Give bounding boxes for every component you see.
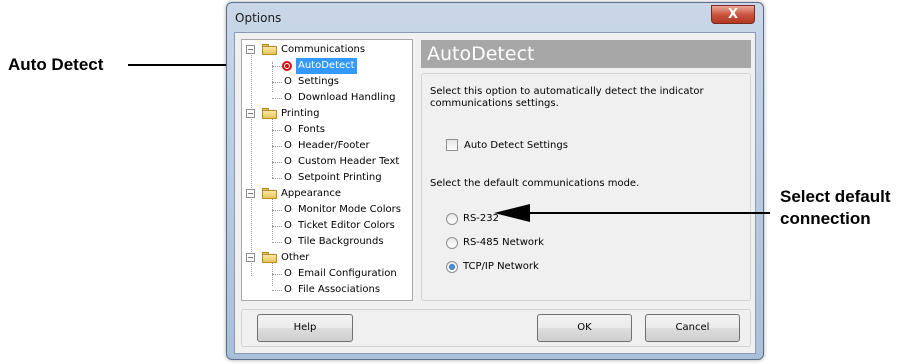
- annotation-select-default-line2: connection: [780, 209, 871, 228]
- tree-item-label: Settings: [298, 76, 340, 87]
- tree-item-label: Custom Header Text: [298, 156, 400, 167]
- tree-item-label: AutoDetect: [296, 58, 357, 74]
- tree-item-autodetect[interactable]: AutoDetect: [268, 58, 408, 74]
- tree-item-label: Setpoint Printing: [298, 172, 382, 183]
- collapse-icon[interactable]: −: [246, 45, 255, 54]
- tree-group-label: Other: [281, 252, 310, 263]
- collapse-icon[interactable]: −: [246, 253, 255, 262]
- close-button[interactable]: X: [711, 5, 755, 24]
- tree-item-download-handling[interactable]: O Download Handling: [268, 90, 408, 106]
- folder-icon: [262, 252, 277, 263]
- tree-item-header-footer[interactable]: O Header/Footer: [268, 138, 408, 154]
- tree-item-label: Monitor Mode Colors: [298, 204, 401, 215]
- folder-icon: [262, 108, 277, 119]
- panel-header: AutoDetect: [421, 40, 751, 68]
- ok-button[interactable]: OK: [537, 314, 632, 342]
- window-title: Options: [235, 11, 282, 25]
- tree-group-label: Printing: [281, 108, 320, 119]
- tree-group-appearance[interactable]: − Appearance: [246, 186, 410, 202]
- tree-item-tile-backgrounds[interactable]: O Tile Backgrounds: [268, 234, 408, 250]
- rs232-radio[interactable]: [446, 213, 458, 225]
- button-bar: Help OK Cancel: [241, 309, 751, 347]
- leaf-icon: O: [284, 172, 292, 183]
- title-bar[interactable]: Options X: [227, 3, 763, 31]
- tree-item-label: Fonts: [298, 124, 325, 135]
- leaf-icon: O: [284, 124, 292, 135]
- collapse-icon[interactable]: −: [246, 189, 255, 198]
- cancel-button[interactable]: Cancel: [645, 314, 740, 342]
- rs485-network-label[interactable]: RS-485 Network: [463, 237, 544, 248]
- auto-detect-settings-label[interactable]: Auto Detect Settings: [464, 140, 568, 151]
- tree-group-label: Communications: [281, 44, 366, 55]
- tree-item-monitor-mode-colors[interactable]: O Monitor Mode Colors: [268, 202, 408, 218]
- tree-item-setpoint-printing[interactable]: O Setpoint Printing: [268, 170, 408, 186]
- tree-group-label: Appearance: [281, 188, 342, 199]
- tree-group-communications[interactable]: − Communications: [246, 42, 410, 58]
- collapse-icon[interactable]: −: [246, 109, 255, 118]
- help-button[interactable]: Help: [257, 314, 353, 342]
- annotation-select-default-line1: Select default: [780, 187, 891, 206]
- rs232-label[interactable]: RS-232: [463, 213, 499, 224]
- panel-description: Select this option to automatically dete…: [430, 86, 704, 109]
- dialog-client-area: − Communications AutoDetect O Settings O…: [234, 32, 756, 354]
- options-window: Options X − Communications AutoDetect O …: [226, 2, 764, 360]
- leaf-icon: O: [284, 268, 292, 279]
- tree-item-settings[interactable]: O Settings: [268, 74, 408, 90]
- leaf-icon: O: [284, 236, 292, 247]
- mode-prompt: Select the default communications mode.: [430, 178, 640, 189]
- tree-item-label: Ticket Editor Colors: [298, 220, 395, 231]
- tree-item-email-configuration[interactable]: O Email Configuration: [268, 266, 408, 282]
- tree-item-label: Header/Footer: [298, 140, 370, 151]
- auto-detect-settings-checkbox[interactable]: [446, 139, 458, 151]
- panel-title: AutoDetect: [427, 43, 535, 65]
- tree-item-label: File Associations: [298, 284, 381, 295]
- options-tree[interactable]: − Communications AutoDetect O Settings O…: [241, 39, 413, 301]
- tcpip-network-radio[interactable]: [446, 261, 458, 273]
- leaf-icon: O: [284, 284, 292, 295]
- rs485-network-radio[interactable]: [446, 237, 458, 249]
- leaf-icon: O: [284, 140, 292, 151]
- annotation-auto-detect: Auto Detect: [8, 55, 104, 74]
- tree-item-file-associations[interactable]: O File Associations: [268, 282, 408, 298]
- tree-item-label: Tile Backgrounds: [298, 236, 384, 247]
- autodetect-panel: Select this option to automatically dete…: [421, 73, 751, 301]
- selected-target-icon: [282, 61, 292, 71]
- folder-icon: [262, 44, 277, 55]
- leaf-icon: O: [284, 92, 292, 103]
- tree-item-label: Email Configuration: [298, 268, 397, 279]
- leaf-icon: O: [284, 220, 292, 231]
- folder-icon: [262, 188, 277, 199]
- leaf-icon: O: [284, 76, 292, 87]
- tree-group-printing[interactable]: − Printing: [246, 106, 410, 122]
- tree-group-other[interactable]: − Other: [246, 250, 410, 266]
- tree-item-custom-header-text[interactable]: O Custom Header Text: [268, 154, 408, 170]
- tcpip-network-label[interactable]: TCP/IP Network: [463, 261, 539, 272]
- leaf-icon: O: [284, 156, 292, 167]
- tree-item-fonts[interactable]: O Fonts: [268, 122, 408, 138]
- tree-item-label: Download Handling: [298, 92, 396, 103]
- leaf-icon: O: [284, 204, 292, 215]
- tree-item-ticket-editor-colors[interactable]: O Ticket Editor Colors: [268, 218, 408, 234]
- close-icon: X: [727, 7, 739, 22]
